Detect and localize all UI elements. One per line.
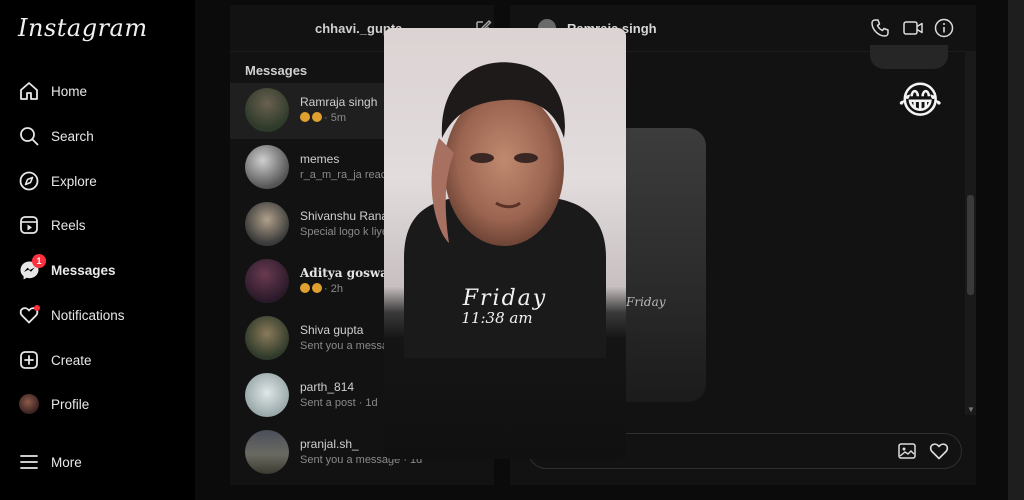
unread-badge: 1 — [32, 254, 46, 268]
messages-section-title: Messages — [245, 63, 308, 78]
sidebar-item-notifications[interactable]: Notifications — [18, 301, 125, 329]
sidebar-item-profile[interactable]: Profile — [18, 390, 89, 418]
sidebar-item-label: Home — [51, 83, 88, 99]
conversation-preview: · 5m — [300, 112, 346, 124]
sidebar-item-messages[interactable]: 1 Messages — [18, 254, 116, 284]
reels-icon — [18, 214, 40, 236]
avatar — [245, 145, 289, 189]
sidebar-item-label: Explore — [51, 173, 97, 189]
compass-icon — [18, 170, 40, 192]
plus-square-icon — [18, 349, 40, 371]
sidebar-item-label: Notifications — [51, 307, 125, 323]
home-icon — [18, 80, 40, 102]
scrollbar-thumb[interactable] — [967, 195, 974, 295]
info-icon[interactable] — [934, 18, 954, 43]
avatar — [245, 316, 289, 360]
sidebar-item-label: Profile — [51, 396, 90, 412]
conversation-preview: · 2h — [300, 283, 343, 295]
menu-icon — [18, 451, 40, 473]
conversation-name: pranjal.sh_ — [300, 437, 359, 451]
conversation-name: parth_814 — [300, 380, 355, 394]
sidebar-item-create[interactable]: Create — [18, 346, 92, 374]
avatar — [245, 373, 289, 417]
heart-icon — [18, 304, 40, 326]
conversation-preview: Sent a post · 1d — [300, 397, 378, 409]
conversation-name: memes — [300, 152, 340, 166]
conversation-name: Shiva gupta — [300, 323, 364, 337]
sidebar-item-label: Create — [51, 352, 92, 368]
conversation-name: Ramraja singh — [300, 95, 378, 109]
search-icon — [18, 125, 40, 147]
sidebar-item-reels[interactable]: Reels — [18, 211, 86, 239]
conversation-preview: Special logo k liye — [300, 226, 389, 238]
story-day-text: Friday — [462, 286, 548, 311]
story-time-text: 11:38 am — [461, 309, 533, 327]
sidebar-item-search[interactable]: Search — [18, 122, 94, 150]
emoji-icon — [312, 112, 322, 122]
emoji-message: 😂 — [898, 80, 943, 122]
emoji-icon — [300, 112, 310, 122]
avatar — [245, 88, 289, 132]
sidebar-nav: Instagram Home Search Explore Reels 1 Me… — [0, 0, 195, 500]
emoji-icon — [300, 283, 310, 293]
shared-story-text: Friday — [626, 295, 666, 309]
image-icon[interactable] — [897, 442, 917, 465]
shared-story-preview[interactable] — [622, 128, 706, 402]
instagram-logo[interactable]: Instagram — [18, 14, 148, 42]
scroll-down-arrow-icon[interactable]: ▼ — [967, 405, 975, 414]
avatar — [245, 259, 289, 303]
sidebar-item-label: Messages — [51, 262, 116, 278]
sidebar-item-home[interactable]: Home — [18, 77, 87, 105]
message-bubble — [870, 45, 948, 69]
sidebar-item-explore[interactable]: Explore — [18, 167, 97, 195]
video-call-icon[interactable] — [902, 18, 924, 43]
heart-icon[interactable] — [929, 442, 949, 465]
emoji-icon — [312, 283, 322, 293]
avatar — [245, 430, 289, 474]
conversation-name: Shivanshu Rana — [300, 209, 389, 223]
avatar — [245, 202, 289, 246]
sidebar-item-label: More — [51, 454, 82, 470]
avatar — [18, 393, 40, 415]
phone-icon[interactable] — [870, 18, 890, 43]
sidebar-item-more[interactable]: More — [18, 448, 82, 476]
notification-dot — [34, 305, 40, 311]
story-viewer[interactable]: Friday 11:38 am — [384, 28, 626, 459]
sidebar-item-label: Search — [51, 128, 94, 144]
window-edge — [1008, 0, 1024, 500]
sidebar-item-label: Reels — [51, 217, 86, 233]
story-sticker: Friday 11:38 am — [384, 286, 626, 327]
messenger-icon: 1 — [18, 254, 46, 281]
